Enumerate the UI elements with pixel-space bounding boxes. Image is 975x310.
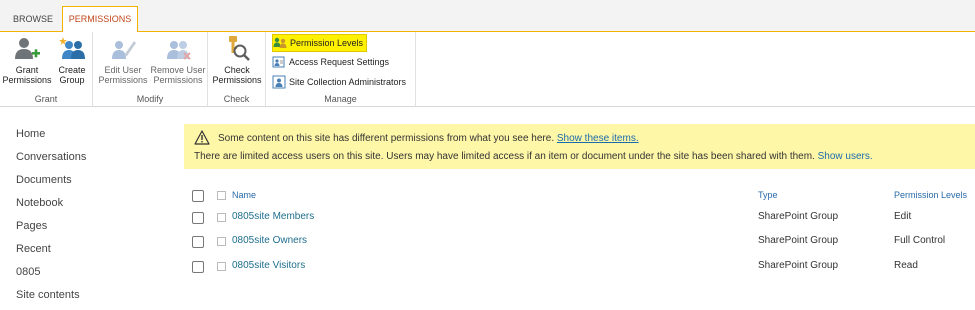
site-collection-administrators-label: Site Collection Administrators	[289, 77, 407, 87]
site-admins-icon	[272, 75, 286, 89]
row-checkbox[interactable]	[192, 261, 204, 273]
create-group-button[interactable]: Create Group	[54, 35, 90, 85]
ribbon-group-label-modify: Modify	[136, 94, 164, 104]
group-permission-level: Full Control	[894, 235, 946, 246]
permissions-table-header: Name Type Permission Levels	[192, 187, 975, 205]
nav-item-notebook[interactable]: Notebook	[16, 195, 86, 218]
nav-item-home[interactable]: Home	[16, 126, 86, 149]
group-permission-level: Edit	[894, 211, 912, 222]
warning-icon	[194, 130, 210, 145]
row-inner-checkbox[interactable]	[217, 213, 226, 222]
banner-line-1: Some content on this site has different …	[218, 133, 639, 144]
group-permission-level: Read	[894, 260, 918, 271]
show-users-link[interactable]: Show users.	[818, 151, 873, 162]
tab-permissions[interactable]: PERMISSIONS	[62, 6, 138, 32]
ribbon: Grant Permissions Create Group Grant Edi…	[0, 32, 975, 107]
permission-levels-icon	[273, 37, 287, 48]
access-request-icon	[272, 56, 285, 68]
create-group-icon	[59, 37, 85, 59]
row-inner-checkbox[interactable]	[217, 237, 226, 246]
remove-user-permissions-label: Remove User Permissions	[150, 65, 206, 85]
edit-user-permissions-button[interactable]: Edit User Permissions	[97, 35, 149, 85]
remove-user-permissions-button[interactable]: Remove User Permissions	[150, 35, 206, 85]
table-row: 0805site Visitors SharePoint Group Read	[192, 258, 975, 276]
table-row: 0805site Owners SharePoint Group Full Co…	[192, 233, 975, 251]
nav-item-conversations[interactable]: Conversations	[16, 149, 86, 172]
nav-item-0805[interactable]: 0805	[16, 264, 86, 287]
ribbon-group-label-manage: Manage	[324, 94, 357, 104]
ribbon-group-grant: Grant Permissions Create Group Grant	[0, 32, 93, 106]
table-row: 0805site Members SharePoint Group Edit	[192, 209, 975, 227]
banner-text-2: There are limited access users on this s…	[194, 151, 815, 162]
group-name-link[interactable]: 0805site Owners	[232, 235, 307, 246]
group-name-link[interactable]: 0805site Members	[232, 211, 314, 222]
column-header-name[interactable]: Name	[232, 190, 256, 200]
banner-text-1: Some content on this site has different …	[218, 133, 555, 144]
ribbon-group-label-grant: Grant	[34, 94, 58, 104]
tab-browse[interactable]: BROWSE	[8, 7, 58, 31]
limited-access-banner: Some content on this site has different …	[184, 124, 975, 169]
grant-permissions-icon	[15, 38, 40, 59]
left-navigation: Home Conversations Documents Notebook Pa…	[16, 126, 86, 310]
nav-item-documents[interactable]: Documents	[16, 172, 86, 195]
remove-user-permissions-icon	[167, 41, 191, 60]
nav-item-site-contents[interactable]: Site contents	[16, 287, 86, 310]
row-inner-checkbox[interactable]	[217, 262, 226, 271]
group-name-link[interactable]: 0805site Visitors	[232, 260, 305, 271]
column-header-permission-levels[interactable]: Permission Levels	[894, 190, 967, 200]
ribbon-group-label-check: Check	[223, 94, 250, 104]
permission-levels-button[interactable]: Permission Levels	[272, 34, 368, 52]
ribbon-group-manage: Permission Levels Access Request Setting…	[266, 32, 416, 106]
select-all-inner-checkbox[interactable]	[217, 191, 226, 200]
row-checkbox[interactable]	[192, 212, 204, 224]
nav-item-recent[interactable]: Recent	[16, 241, 86, 264]
check-permissions-label: Check Permissions	[212, 65, 262, 85]
show-these-items-link[interactable]: Show these items.	[557, 133, 639, 144]
grant-permissions-button[interactable]: Grant Permissions	[2, 35, 52, 85]
access-request-settings-label: Access Request Settings	[289, 57, 390, 67]
permission-levels-label: Permission Levels	[290, 38, 364, 48]
edit-user-permissions-icon	[112, 41, 136, 59]
select-all-checkbox[interactable]	[192, 190, 204, 202]
access-request-settings-button[interactable]: Access Request Settings	[272, 54, 392, 70]
create-group-label: Create Group	[58, 65, 86, 85]
grant-permissions-label: Grant Permissions	[2, 65, 52, 85]
site-collection-administrators-button[interactable]: Site Collection Administrators	[272, 74, 409, 90]
group-type: SharePoint Group	[758, 235, 839, 246]
edit-user-permissions-label: Edit User Permissions	[98, 65, 148, 85]
row-checkbox[interactable]	[192, 236, 204, 248]
check-permissions-icon	[229, 36, 250, 61]
group-type: SharePoint Group	[758, 211, 839, 222]
ribbon-tab-bar: BROWSE PERMISSIONS	[0, 0, 975, 32]
ribbon-group-modify: Edit User Permissions Remove User Permis…	[93, 32, 208, 106]
column-header-type[interactable]: Type	[758, 190, 778, 200]
banner-line-2: There are limited access users on this s…	[194, 151, 873, 162]
check-permissions-button[interactable]: Check Permissions	[211, 35, 263, 85]
group-type: SharePoint Group	[758, 260, 839, 271]
nav-item-pages[interactable]: Pages	[16, 218, 86, 241]
ribbon-group-check: Check Permissions Check	[208, 32, 266, 106]
